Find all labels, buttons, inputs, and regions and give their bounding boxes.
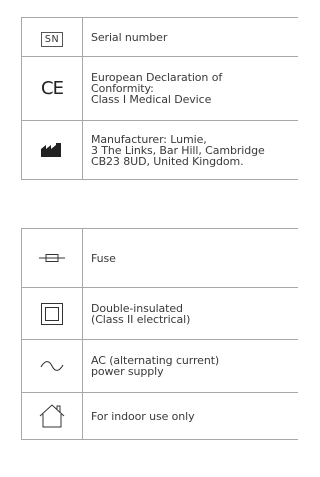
symbol-description: AC (alternating current) power supply: [82, 339, 298, 393]
description-line: Class I Medical Device: [91, 93, 212, 106]
manufacturer-factory-icon: [22, 143, 82, 157]
table-row: AC (alternating current) power supply: [21, 339, 298, 393]
serial-number-sn-icon: SN: [40, 32, 64, 47]
fuse-icon: [22, 253, 82, 263]
description-line: 3 The Links, Bar Hill, Cambridge: [91, 143, 265, 157]
description-line: Double-insulated: [91, 301, 183, 315]
symbol-description: Fuse: [82, 228, 298, 288]
icon-cell: [21, 287, 83, 340]
symbols-page: SN Serial number CE European Declaration…: [0, 0, 298, 477]
description-line: power supply: [91, 365, 164, 378]
table-row: CE European Declaration of Conformity: C…: [21, 56, 298, 121]
symbol-description: European Declaration of Conformity: Clas…: [82, 56, 298, 121]
icon-cell: CE: [21, 56, 83, 121]
icon-cell: [21, 120, 83, 180]
table-row: SN Serial number: [21, 17, 298, 57]
symbol-description: Serial number: [82, 17, 298, 57]
description-line: CB23 8UD, United Kingdom.: [91, 154, 244, 168]
description-line: For indoor use only: [91, 409, 195, 423]
description-line: Fuse: [91, 251, 116, 265]
symbols-table-primary: SN Serial number CE European Declaration…: [21, 17, 298, 180]
description-line: (Class II electrical): [91, 312, 191, 326]
symbol-description: For indoor use only: [82, 392, 298, 440]
icon-cell: [21, 392, 83, 440]
icon-cell: SN: [21, 17, 83, 57]
table-row: Double-insulated (Class II electrical): [21, 287, 298, 340]
indoor-house-icon: [22, 404, 82, 428]
ac-sine-wave-icon: [22, 361, 82, 371]
icon-cell: [21, 339, 83, 393]
table-row: Manufacturer: Lumie, 3 The Links, Bar Hi…: [21, 120, 298, 180]
symbol-description: Double-insulated (Class II electrical): [82, 287, 298, 340]
description-line: Serial number: [91, 30, 168, 44]
icon-cell: [21, 228, 83, 288]
symbols-table-secondary: Fuse Double-insulated (Class II electric…: [21, 228, 298, 440]
ce-mark-icon: CE: [41, 78, 64, 99]
table-row: Fuse: [21, 228, 298, 288]
symbol-description: Manufacturer: Lumie, 3 The Links, Bar Hi…: [82, 120, 298, 180]
description-line: Manufacturer: Lumie,: [91, 132, 207, 146]
table-row: For indoor use only: [21, 392, 298, 440]
double-insulated-square-icon: [22, 302, 82, 325]
